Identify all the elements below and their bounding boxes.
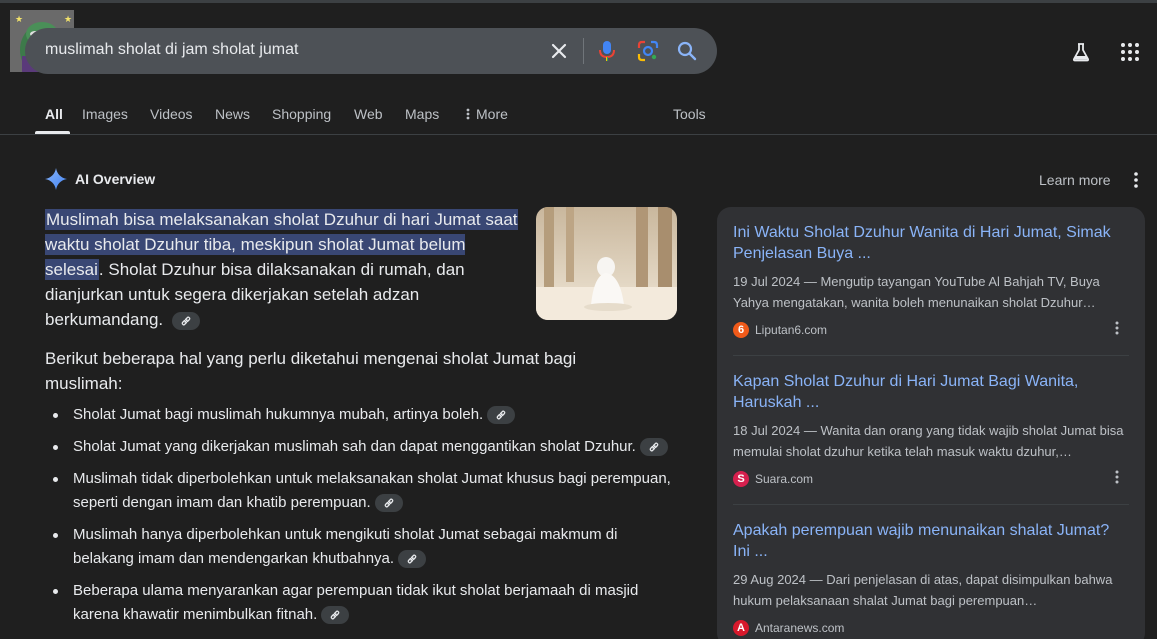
source-site-name: Antaranews.com (755, 621, 845, 635)
list-item: Sholat Jumat yang dikerjakan muslimah sa… (45, 435, 675, 459)
tab-images[interactable]: Images (82, 106, 128, 122)
google-lens-icon[interactable] (636, 39, 660, 63)
tab-more-label: More (476, 106, 508, 122)
source-snippet: 19 Jul 2024 — Mengutip tayangan YouTube … (733, 274, 1100, 310)
source-title-link[interactable]: Ini Waktu Sholat Dzuhur Wanita di Hari J… (733, 222, 1129, 264)
more-vert-icon (466, 108, 470, 120)
ai-bullet-list: Sholat Jumat bagi muslimah hukumnya muba… (45, 403, 675, 635)
source-snippet: 18 Jul 2024 — Wanita dan orang yang tida… (733, 423, 1124, 459)
top-border (0, 0, 1157, 3)
ai-answer-paragraph: Muslimah bisa melaksanakan sholat Dzuhur… (45, 207, 527, 332)
citation-link-icon[interactable] (398, 550, 427, 569)
learn-more-link[interactable]: Learn more (1039, 172, 1111, 188)
search-divider (583, 38, 584, 64)
tab-more[interactable]: More (466, 106, 508, 122)
labs-flask-icon[interactable] (1069, 40, 1093, 64)
source-divider (733, 355, 1129, 356)
citation-link-icon[interactable] (487, 406, 516, 425)
tab-news[interactable]: News (215, 106, 250, 122)
search-bar[interactable]: muslimah sholat di jam sholat jumat (25, 28, 717, 74)
citation-link-icon[interactable] (171, 311, 200, 330)
tab-maps[interactable]: Maps (405, 106, 439, 122)
citation-link-icon[interactable] (374, 494, 403, 513)
citation-link-icon[interactable] (639, 438, 668, 457)
source-site: S Suara.com (733, 470, 1129, 488)
source-title-link[interactable]: Kapan Sholat Dzuhur di Hari Jumat Bagi W… (733, 371, 1129, 413)
bullet-text: Sholat Jumat yang dikerjakan muslimah sa… (73, 438, 636, 455)
overview-image[interactable] (536, 207, 677, 320)
tab-videos[interactable]: Videos (150, 106, 193, 122)
ai-overview-title: AI Overview (75, 171, 156, 187)
source-site-name: Suara.com (755, 472, 814, 486)
bullet-text: Beberapa ulama menyarankan agar perempua… (73, 582, 639, 623)
microphone-icon[interactable] (595, 39, 619, 63)
citation-link-icon[interactable] (321, 606, 350, 625)
source-divider (733, 504, 1129, 505)
bullet-text: Muslimah tidak diperbolehkan untuk melak… (73, 470, 671, 511)
bullet-text: Muslimah hanya diperbolehkan untuk mengi… (73, 526, 618, 567)
answer-rest: . Sholat Dzuhur bisa dilaksanakan di rum… (45, 260, 465, 329)
svg-text:★: ★ (64, 14, 72, 24)
source-card[interactable]: Apakah perempuan wajib menunaikan shalat… (733, 520, 1129, 637)
bullet-text: Sholat Jumat bagi muslimah hukumnya muba… (73, 406, 484, 423)
list-item: Sholat Jumat bagi muslimah hukumnya muba… (45, 403, 675, 427)
source-menu-icon[interactable] (1109, 467, 1125, 487)
gemini-sparkle-icon (45, 168, 67, 190)
list-item: Beberapa ulama menyarankan agar perempua… (45, 579, 675, 627)
ai-overview-menu-icon[interactable] (1127, 170, 1145, 190)
sources-panel: Ini Waktu Sholat Dzuhur Wanita di Hari J… (717, 207, 1145, 639)
clear-icon[interactable] (547, 39, 571, 63)
search-icon[interactable] (675, 39, 699, 63)
tab-all[interactable]: All (45, 106, 63, 122)
svg-text:★: ★ (15, 14, 23, 24)
source-site: 6 Liputan6.com (733, 321, 1129, 339)
ai-intro-text: Berikut beberapa hal yang perlu diketahu… (45, 349, 577, 393)
source-menu-icon[interactable] (1109, 318, 1125, 338)
tools-button[interactable]: Tools (673, 106, 706, 122)
liputan6-favicon-icon: 6 (733, 322, 749, 338)
source-site-name: Liputan6.com (755, 323, 828, 337)
source-snippet: 29 Aug 2024 — Dari penjelasan di atas, d… (733, 572, 1113, 608)
search-tabs: All Images Videos News Shopping Web Maps… (0, 96, 1157, 135)
suara-favicon-icon: S (733, 471, 749, 487)
apps-grid-icon[interactable] (1118, 40, 1142, 64)
active-tab-indicator (35, 131, 70, 134)
tab-web[interactable]: Web (354, 106, 383, 122)
list-item: Muslimah tidak diperbolehkan untuk melak… (45, 467, 675, 515)
search-input[interactable]: muslimah sholat di jam sholat jumat (45, 41, 298, 59)
source-site: A Antaranews.com (733, 619, 1129, 637)
list-item: Muslimah hanya diperbolehkan untuk mengi… (45, 523, 675, 571)
source-title-link[interactable]: Apakah perempuan wajib menunaikan shalat… (733, 520, 1129, 562)
source-card[interactable]: Kapan Sholat Dzuhur di Hari Jumat Bagi W… (733, 371, 1129, 488)
ai-overview-header: AI Overview (45, 166, 155, 192)
tab-shopping[interactable]: Shopping (272, 106, 331, 122)
source-card[interactable]: Ini Waktu Sholat Dzuhur Wanita di Hari J… (733, 222, 1129, 339)
antaranews-favicon-icon: A (733, 620, 749, 636)
